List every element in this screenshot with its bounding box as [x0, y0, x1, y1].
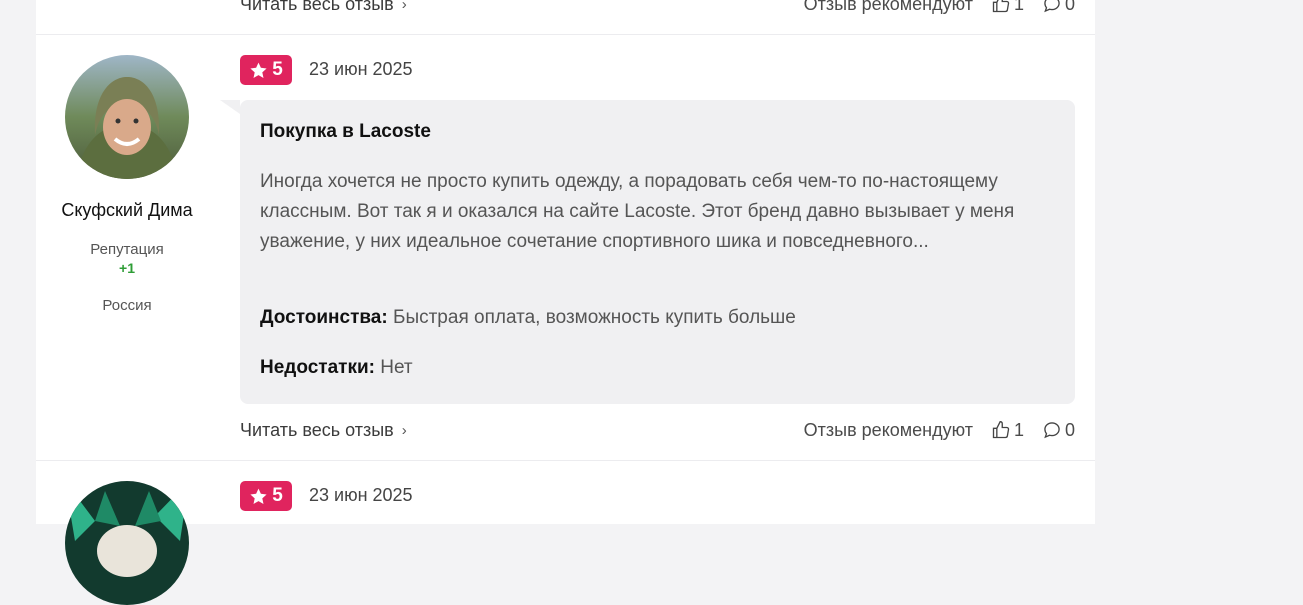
rating-badge: 5	[240, 481, 292, 511]
review-date: 23 июн 2025	[309, 59, 413, 79]
reputation-value: +1	[119, 260, 135, 276]
review-pros: Достоинства: Быстрая оплата, возможность…	[260, 307, 796, 329]
rating-badge: 5	[240, 55, 292, 85]
review-footer: Читать весь отзыв › Отзыв рекомендуют 1 …	[240, 418, 1075, 442]
pros-text: Быстрая оплата, возможность купить больш…	[392, 307, 796, 328]
comments-button[interactable]: 0	[1042, 0, 1075, 15]
like-button[interactable]: 1	[991, 0, 1024, 15]
like-button[interactable]: 1	[991, 420, 1024, 441]
recommend-label: Отзыв рекомендуют	[803, 0, 973, 14]
review-stats: Отзыв рекомендуют 1 0	[804, 0, 1075, 15]
review-body[interactable]: Покупка в Lacoste Иногда хочется не прос…	[240, 100, 1075, 404]
read-full-review-link[interactable]: Читать весь отзыв ›	[240, 0, 407, 15]
divider	[36, 460, 1095, 461]
comments-button[interactable]: 0	[1042, 420, 1075, 441]
likes-count: 1	[1013, 0, 1024, 14]
user-avatar[interactable]	[65, 481, 189, 605]
user-avatar[interactable]	[65, 55, 189, 179]
avatar-photo	[65, 55, 189, 179]
star-icon	[250, 62, 267, 78]
avatar-photo	[65, 481, 189, 605]
thumbs-up-icon	[992, 420, 1010, 439]
pros-label: Достоинства:	[260, 307, 388, 328]
rating-value: 5	[272, 59, 283, 80]
review-stats: Отзыв рекомендуют 1 0	[804, 420, 1075, 441]
user-name[interactable]: Скуфский Дима	[36, 200, 218, 221]
review-cons: Недостатки: Нет	[260, 357, 413, 379]
reviews-list: Читать весь отзыв › Отзыв рекомендуют 1 …	[36, 0, 1095, 605]
read-more-label: Читать весь отзыв	[240, 0, 394, 14]
review-title[interactable]: Покупка в Lacoste	[260, 121, 431, 143]
review-date: 23 июн 2025	[309, 485, 413, 505]
bubble-tail	[220, 100, 240, 114]
read-full-review-link[interactable]: Читать весь отзыв ›	[240, 420, 407, 441]
reputation-label: Репутация	[90, 241, 164, 258]
cons-text: Нет	[380, 357, 413, 378]
comment-icon	[1044, 0, 1060, 13]
cons-label: Недостатки:	[260, 357, 375, 378]
rating-value: 5	[272, 485, 283, 506]
chevron-right-icon: ›	[401, 421, 407, 439]
review-text: Иногда хочется не просто купить одежду, …	[260, 171, 1015, 252]
user-country: Россия	[102, 297, 152, 314]
chevron-right-icon: ›	[401, 0, 407, 13]
comment-icon	[1044, 422, 1060, 439]
recommend-label: Отзыв рекомендуют	[803, 419, 973, 440]
star-icon	[250, 488, 267, 504]
comments-count: 0	[1064, 0, 1075, 14]
comments-count: 0	[1064, 419, 1075, 440]
review-footer-prev: Читать весь отзыв › Отзыв рекомендуют 1 …	[240, 0, 1075, 16]
thumbs-up-icon	[992, 0, 1010, 13]
likes-count: 1	[1013, 419, 1024, 440]
read-more-label: Читать весь отзыв	[240, 419, 394, 440]
divider	[36, 34, 1095, 35]
